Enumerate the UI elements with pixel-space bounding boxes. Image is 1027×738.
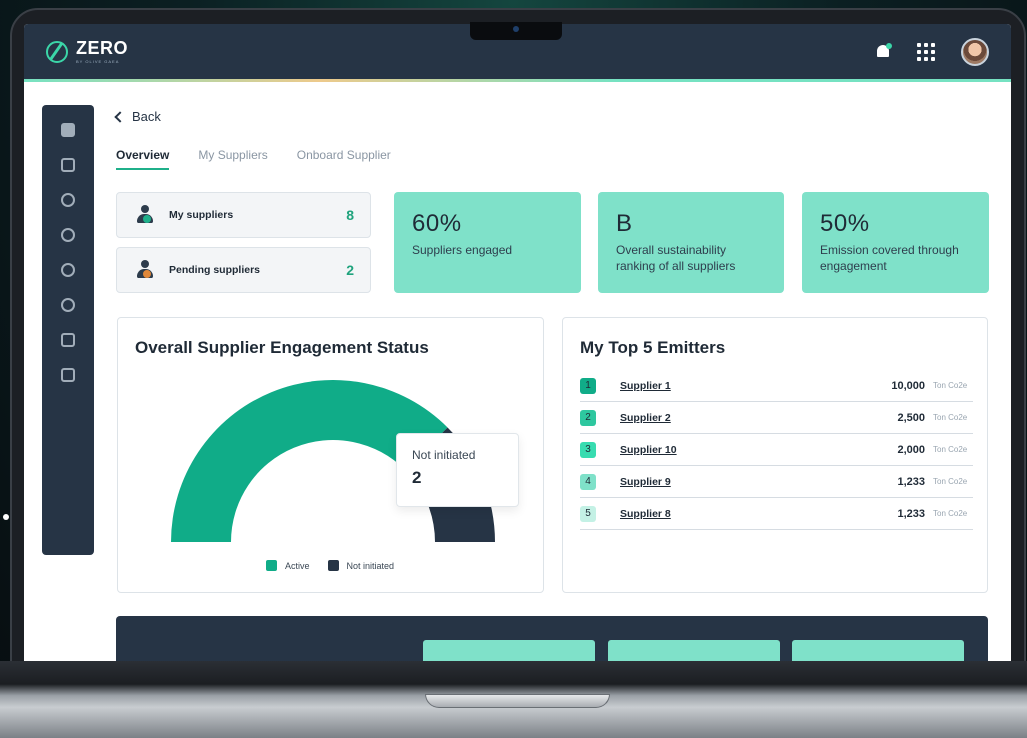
document-icon[interactable] — [61, 333, 75, 347]
notification-dot — [886, 42, 892, 49]
top-emitters-panel: My Top 5 Emitters 1 Supplier 1 10,000 Ton C… — [562, 317, 988, 593]
tab-overview[interactable]: Overview — [116, 148, 170, 170]
supplier-link[interactable]: Supplier 2 — [620, 412, 671, 424]
my-suppliers-label: My suppliers — [169, 209, 234, 221]
dashboard-icon[interactable] — [61, 123, 75, 137]
reports-icon[interactable] — [61, 158, 75, 172]
tab-bar: Overview My Suppliers Onboard Supplier — [116, 148, 391, 170]
emitter-row: 1 Supplier 1 10,000 Ton Co2e — [580, 370, 973, 402]
target-icon[interactable] — [61, 228, 75, 242]
app-screen: ZERO BY OLIVE GAEA Back Overview My Supp… — [24, 24, 1011, 661]
supplier-link[interactable]: Supplier 10 — [620, 444, 677, 456]
my-suppliers-card[interactable]: My suppliers 8 — [116, 192, 371, 238]
engagement-title: Overall Supplier Engagement Status — [135, 338, 429, 357]
emission-unit: Ton Co2e — [933, 445, 968, 454]
stat-description: Emission covered through engagement — [820, 243, 959, 273]
legend-swatch — [266, 560, 277, 571]
logo-subtitle: BY OLIVE GAEA — [76, 58, 120, 64]
my-suppliers-count: 8 — [346, 207, 354, 223]
emitter-row: 4 Supplier 9 1,233 Ton Co2e — [580, 466, 973, 498]
stat-description: Suppliers engaged — [412, 243, 513, 257]
accent-divider — [24, 79, 1011, 82]
supplier-icon — [137, 205, 153, 225]
legend-label: Not initiated — [346, 560, 395, 571]
apps-grid-icon[interactable] — [917, 42, 935, 61]
supplier-link[interactable]: Supplier 9 — [620, 476, 671, 488]
emitters-title: My Top 5 Emitters — [580, 338, 726, 357]
camera-notch — [470, 22, 562, 40]
legend-swatch — [327, 560, 339, 571]
rank-badge: 5 — [580, 505, 596, 522]
bottom-card — [423, 640, 595, 661]
laptop-base — [0, 661, 1027, 738]
rank-badge: 1 — [580, 377, 596, 394]
modules-icon[interactable] — [61, 368, 75, 382]
bell-icon[interactable] — [875, 42, 892, 60]
stat-card-engaged: 60% Suppliers engaged — [394, 192, 581, 293]
rank-badge: 3 — [580, 441, 596, 458]
emission-unit: Ton Co2e — [933, 381, 968, 390]
co2-icon[interactable] — [61, 298, 75, 312]
logo-icon — [46, 40, 68, 63]
pending-suppliers-count: 2 — [346, 262, 354, 278]
emission-unit: Ton Co2e — [933, 509, 968, 518]
sidebar — [42, 105, 94, 555]
sustainability-icon[interactable] — [61, 263, 75, 277]
legend-label: Active — [285, 560, 310, 571]
laptop-lid-groove — [425, 694, 610, 708]
pending-suppliers-card[interactable]: Pending suppliers 2 — [116, 247, 371, 293]
emitters-list: 1 Supplier 1 10,000 Ton Co2e 2 Supplier 2 2,50… — [580, 370, 973, 530]
stat-value: B — [616, 210, 633, 237]
tooltip-label: Not initiated — [412, 448, 476, 462]
chart-legend: Active Not initiated — [266, 560, 394, 571]
emission-value: 1,233 — [897, 475, 925, 488]
emission-value: 2,500 — [897, 411, 925, 424]
pending-suppliers-label: Pending suppliers — [169, 264, 261, 276]
emitter-row: 5 Supplier 8 1,233 Ton Co2e — [580, 498, 973, 530]
emission-value: 10,000 — [891, 379, 925, 392]
stat-card-emission: 50% Emission covered through engagement — [802, 192, 989, 293]
rank-badge: 4 — [580, 473, 596, 490]
back-button[interactable]: Back — [114, 109, 161, 124]
chevron-left-icon — [114, 110, 126, 123]
legend-item-active: Active — [266, 560, 310, 571]
tab-my-suppliers[interactable]: My Suppliers — [198, 148, 267, 170]
chart-tooltip: Not initiated 2 — [396, 433, 519, 507]
emission-value: 2,000 — [897, 443, 925, 456]
supplier-link[interactable]: Supplier 1 — [620, 380, 671, 392]
tooltip-value: 2 — [412, 468, 422, 487]
decorative-dot — [3, 514, 9, 520]
emission-unit: Ton Co2e — [933, 477, 968, 486]
supplier-link[interactable]: Supplier 8 — [620, 508, 671, 520]
bottom-section — [116, 616, 988, 661]
stat-card-ranking: B Overall sustainability ranking of all … — [598, 192, 784, 293]
stat-value: 60% — [412, 210, 462, 237]
rank-badge: 2 — [580, 409, 596, 426]
tab-onboard-supplier[interactable]: Onboard Supplier — [297, 148, 391, 170]
emitter-row: 2 Supplier 2 2,500 Ton Co2e — [580, 402, 973, 434]
topbar-actions — [875, 37, 989, 66]
back-label: Back — [132, 109, 161, 124]
avatar[interactable] — [961, 37, 989, 66]
pending-supplier-icon — [137, 260, 153, 280]
stat-value: 50% — [820, 210, 870, 237]
emission-unit: Ton Co2e — [933, 413, 968, 422]
logo-text: ZERO — [76, 37, 129, 58]
analytics-icon[interactable] — [61, 193, 75, 207]
bottom-card — [792, 640, 964, 661]
emitter-row: 3 Supplier 10 2,000 Ton Co2e — [580, 434, 973, 466]
emission-value: 1,233 — [897, 507, 925, 520]
engagement-status-panel: Overall Supplier Engagement Status Not i… — [117, 317, 544, 593]
legend-item-not-initiated: Not initiated — [327, 560, 395, 571]
app-logo[interactable]: ZERO BY OLIVE GAEA — [46, 37, 129, 64]
stat-description: Overall sustainability ranking of all su… — [616, 243, 736, 273]
bottom-card — [608, 640, 780, 661]
camera-icon — [513, 26, 519, 32]
